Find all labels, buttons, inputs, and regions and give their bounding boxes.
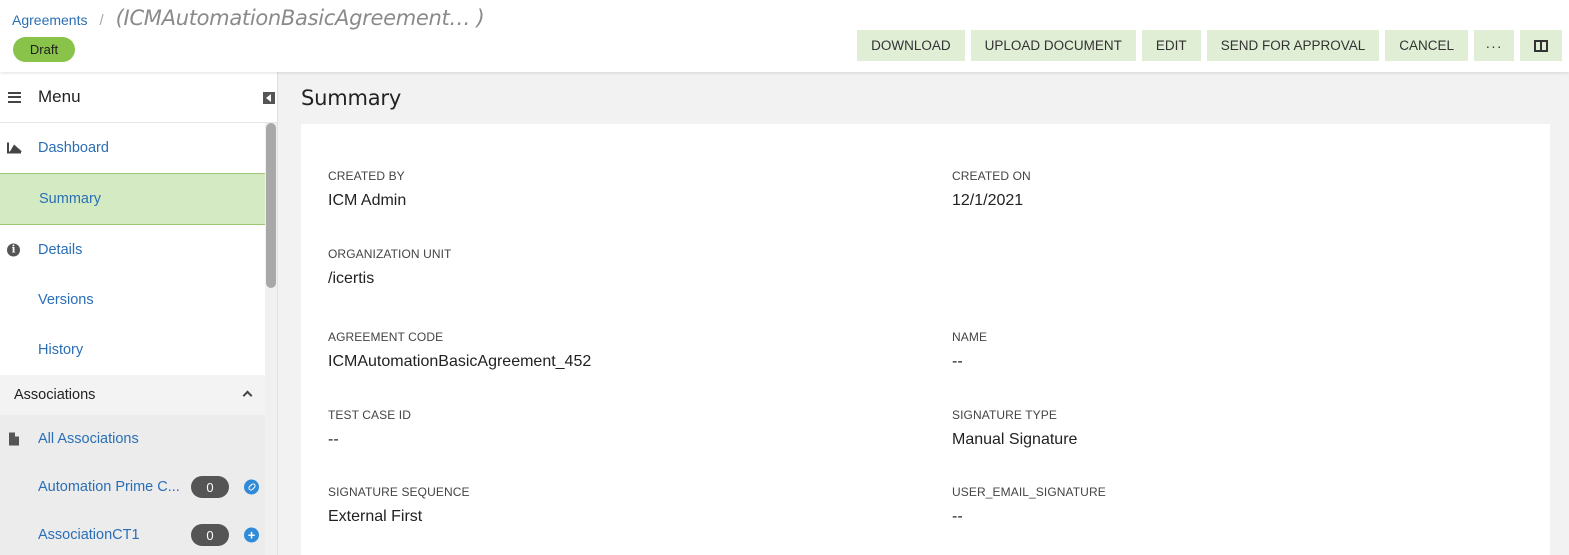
sidebar-item-all-associations[interactable]: All Associations — [0, 415, 265, 463]
sidebar-item-associationct1[interactable]: AssociationCT1 0 + — [0, 511, 265, 555]
breadcrumb-agreements-link[interactable]: Agreements — [12, 12, 87, 28]
page-title: Summary — [301, 86, 402, 110]
page-header: Agreements / (ICMAutomationBasicAgreemen… — [0, 0, 1569, 72]
name-field: NAME -- — [952, 330, 987, 371]
field-value: 12/1/2021 — [952, 192, 1024, 209]
record-title: (ICMAutomationBasicAgreement… ) — [115, 6, 485, 30]
sidebar-nav: Dashboard Summary i Details Versions His… — [0, 123, 265, 555]
edit-button[interactable]: EDIT — [1141, 30, 1201, 61]
breadcrumb-separator: / — [99, 12, 104, 29]
associations-section-header[interactable]: Associations — [0, 375, 265, 415]
sidebar-item-label: Automation Prime C... — [38, 479, 180, 495]
plus-icon[interactable]: + — [244, 527, 259, 543]
action-toolbar: DOWNLOAD UPLOAD DOCUMENT EDIT SEND FOR A… — [857, 30, 1562, 61]
sidebar-item-label: History — [38, 342, 84, 358]
signature-sequence-field: SIGNATURE SEQUENCE External First — [328, 485, 470, 526]
sidebar-item-label: Versions — [38, 292, 94, 308]
user-email-signature-field: USER_EMAIL_SIGNATURE -- — [952, 485, 1106, 526]
field-label: NAME — [952, 330, 988, 344]
field-value: External First — [328, 508, 423, 525]
signature-type-field: SIGNATURE TYPE Manual Signature — [952, 408, 1077, 449]
document-icon — [9, 432, 19, 446]
field-label: ORGANIZATION UNIT — [328, 247, 452, 261]
created-on-field: CREATED ON 12/1/2021 — [952, 169, 1031, 210]
field-value: -- — [952, 508, 963, 525]
field-value: -- — [952, 353, 963, 370]
sidebar-item-label: AssociationCT1 — [38, 527, 140, 543]
test-case-id-field: TEST CASE ID -- — [328, 408, 411, 449]
send-for-approval-button[interactable]: SEND FOR APPROVAL — [1206, 30, 1380, 61]
collapse-sidebar-icon[interactable] — [263, 92, 275, 104]
sidebar-item-automation-prime[interactable]: Automation Prime C... 0 — [0, 463, 265, 511]
sidebar-item-versions[interactable]: Versions — [0, 275, 265, 325]
chevron-up-icon[interactable] — [242, 390, 253, 401]
chart-icon — [7, 142, 22, 154]
field-label: TEST CASE ID — [328, 408, 411, 422]
associations-title: Associations — [14, 387, 96, 403]
menu-title: Menu — [38, 87, 81, 106]
hamburger-icon[interactable] — [8, 91, 21, 103]
field-value: -- — [328, 431, 339, 448]
field-label: USER_EMAIL_SIGNATURE — [952, 485, 1106, 499]
info-icon: i — [7, 243, 20, 257]
count-badge: 0 — [191, 524, 229, 546]
field-label: CREATED ON — [952, 169, 1031, 183]
field-value: ICMAutomationBasicAgreement_452 — [328, 353, 592, 370]
agreement-code-field: AGREEMENT CODE ICMAutomationBasicAgreeme… — [328, 330, 591, 371]
sidebar-item-summary[interactable]: Summary — [0, 173, 265, 225]
field-label: SIGNATURE SEQUENCE — [328, 485, 470, 499]
field-value: ICM Admin — [328, 192, 407, 209]
sidebar-item-dashboard[interactable]: Dashboard — [0, 123, 265, 173]
sidebar-item-details[interactable]: i Details — [0, 225, 265, 275]
field-value: /icertis — [328, 270, 375, 287]
download-button[interactable]: DOWNLOAD — [857, 30, 965, 61]
sidebar-item-history[interactable]: History — [0, 325, 265, 375]
field-label: CREATED BY — [328, 169, 405, 183]
sidebar-item-label: Details — [38, 242, 83, 258]
breadcrumb: Agreements / (ICMAutomationBasicAgreemen… — [12, 6, 485, 30]
field-label: AGREEMENT CODE — [328, 330, 444, 344]
summary-card: CREATED BY ICM Admin CREATED ON 12/1/202… — [301, 124, 1550, 555]
sidebar-item-label: Summary — [39, 191, 102, 207]
cancel-button[interactable]: CANCEL — [1385, 30, 1468, 61]
field-value: Manual Signature — [952, 431, 1078, 448]
toggle-panel-button[interactable] — [1520, 30, 1562, 61]
sidebar-item-label: All Associations — [38, 431, 139, 447]
sidebar: Menu Dashboard Summary i Details Version… — [0, 72, 278, 555]
sidebar-scrollbar-thumb[interactable] — [266, 123, 276, 288]
link-icon[interactable] — [244, 479, 259, 495]
status-badge: Draft — [13, 37, 75, 62]
created-by-field: CREATED BY ICM Admin — [328, 169, 406, 210]
associations-list: All Associations Automation Prime C... 0… — [0, 415, 265, 555]
more-actions-button[interactable]: ··· — [1474, 30, 1514, 61]
sidebar-item-label: Dashboard — [38, 140, 109, 156]
menu-header: Menu — [0, 72, 277, 123]
count-badge: 0 — [191, 476, 229, 498]
field-label: SIGNATURE TYPE — [952, 408, 1057, 422]
split-panel-icon — [1534, 39, 1548, 52]
organization-unit-field: ORGANIZATION UNIT /icertis — [328, 247, 451, 288]
upload-document-button[interactable]: UPLOAD DOCUMENT — [970, 30, 1136, 61]
